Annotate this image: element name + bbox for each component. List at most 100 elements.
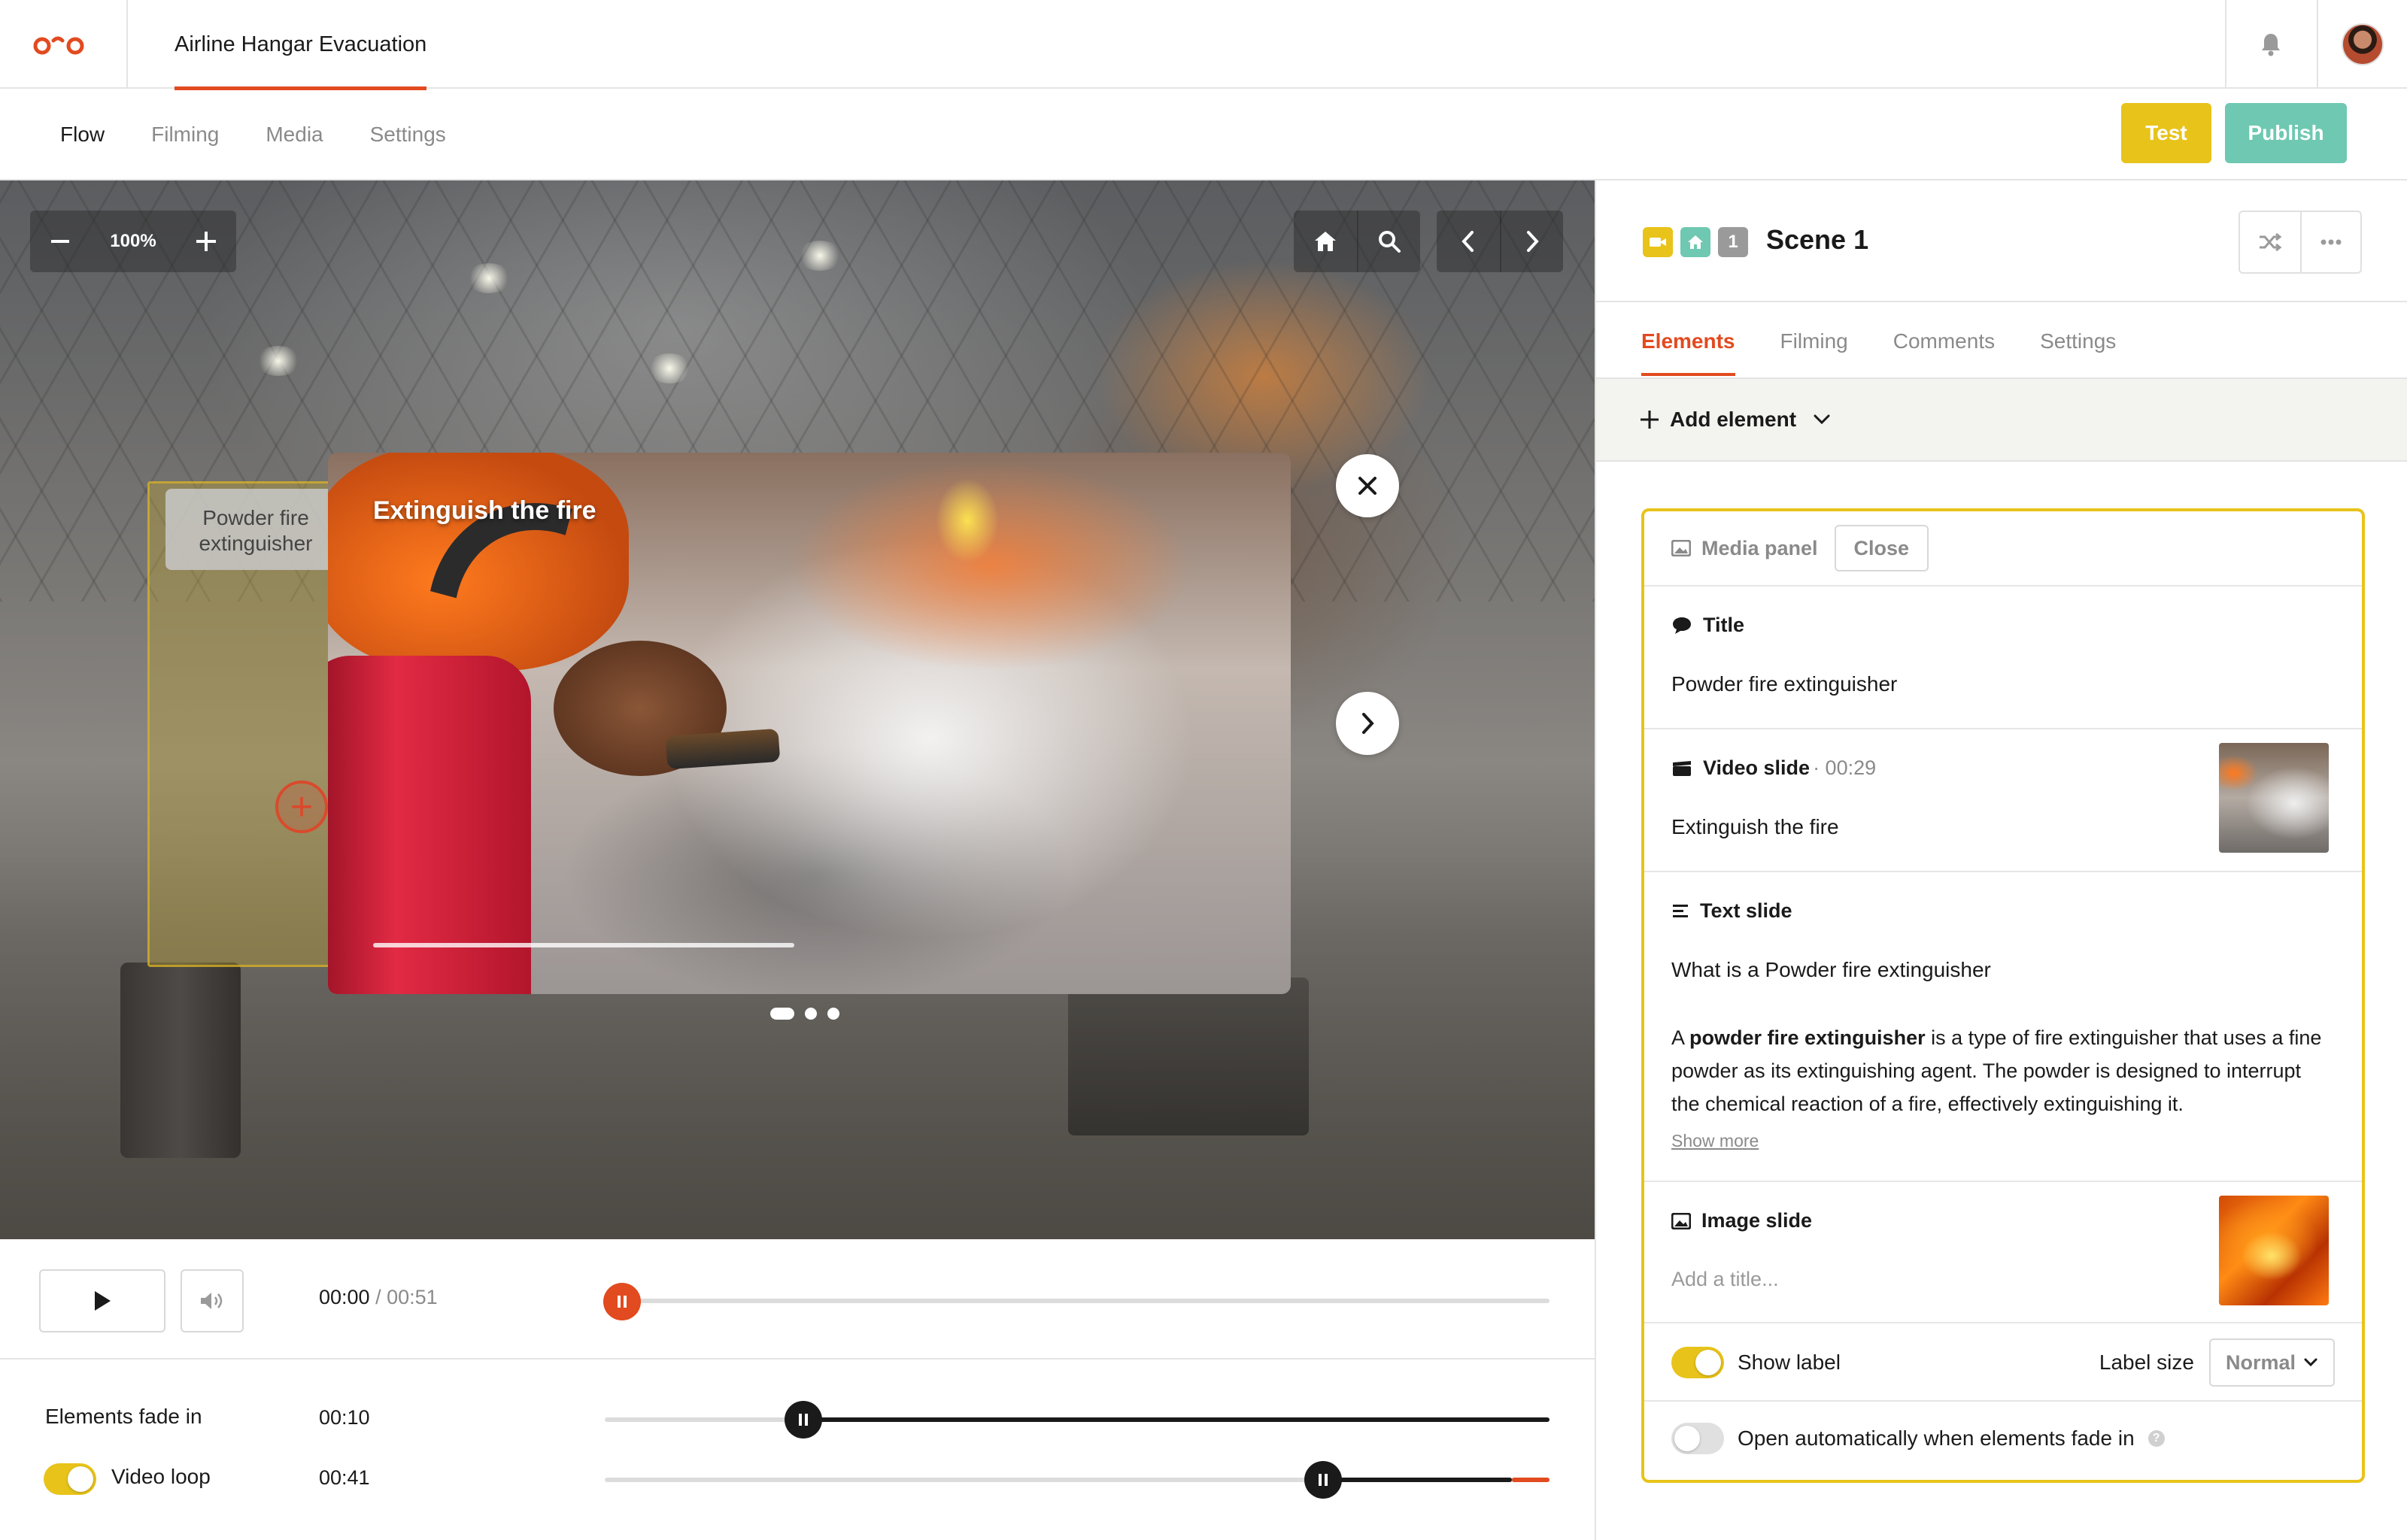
logo-icon[interactable] (0, 0, 128, 89)
slide-indicator (770, 1008, 839, 1020)
equipment-trolley (1068, 978, 1309, 1135)
video-slide-thumbnail[interactable] (2219, 743, 2329, 853)
image-icon (1671, 1212, 1691, 1229)
media-panel-editor: Media panel Close Title Powder fire exti… (1641, 508, 2365, 1483)
scene-title: Scene 1 (1766, 224, 1869, 255)
text-slide-body[interactable]: A powder fire extinguisher is a type of … (1671, 1021, 2333, 1120)
playback-time: 00:00 / 00:51 (319, 1286, 438, 1309)
home-icon (1680, 227, 1710, 257)
zoom-level: 100% (110, 231, 156, 251)
tab-media[interactable]: Media (266, 123, 323, 147)
next-slide-button[interactable] (1336, 692, 1399, 755)
search-button[interactable] (1357, 211, 1420, 272)
tab-elements[interactable]: Elements (1641, 326, 1735, 376)
test-button[interactable]: Test (2121, 103, 2211, 163)
video-loop-label: Video loop (111, 1465, 211, 1488)
add-element-button[interactable]: Add element (1596, 377, 2407, 462)
show-label-toggle[interactable] (1671, 1347, 1724, 1378)
chevron-down-icon (2304, 1358, 2317, 1367)
label-size-value: Normal (2225, 1351, 2296, 1374)
publish-button[interactable]: Publish (2225, 103, 2347, 163)
image-icon (1671, 540, 1691, 556)
title-section: Title Powder fire extinguisher (1644, 587, 2362, 729)
tab-filming[interactable]: Filming (1780, 326, 1848, 353)
image-slide-title-input[interactable]: Add a title... (1671, 1268, 1779, 1291)
media-panel-preview[interactable]: Extinguish the fire (328, 453, 1291, 994)
body-bold: powder fire extinguisher (1689, 1026, 1926, 1049)
fade-in-range (803, 1417, 1550, 1422)
playback-scrubber[interactable] (605, 1299, 1550, 1303)
help-icon[interactable]: ? (2147, 1430, 2165, 1447)
add-element-label: Add element (1670, 408, 1797, 431)
volume-icon (201, 1293, 223, 1309)
minus-icon (51, 240, 69, 243)
text-align-icon (1673, 904, 1688, 917)
show-more-link[interactable]: Show more (1671, 1131, 1759, 1151)
scrubber-knob[interactable] (603, 1283, 641, 1320)
user-menu[interactable] (2317, 0, 2407, 89)
shuffle-button[interactable] (2240, 212, 2300, 272)
video-loop-handle[interactable] (1304, 1461, 1342, 1499)
video-slide-title[interactable]: Extinguish the fire (1671, 815, 1839, 839)
tab-flow[interactable]: Flow (60, 123, 105, 147)
volume-button[interactable] (181, 1269, 244, 1332)
ceiling-lamp (466, 263, 511, 293)
text-slide-section[interactable]: Text slide What is a Powder fire extingu… (1644, 872, 2362, 1182)
tab-settings[interactable]: Settings (2040, 326, 2116, 353)
zoom-out-button[interactable] (30, 211, 90, 272)
plus-icon (196, 232, 216, 251)
fade-in-row: Elements fade in 00:10 (0, 1390, 1595, 1450)
play-button[interactable] (39, 1269, 165, 1332)
auto-open-toggle[interactable] (1671, 1423, 1724, 1454)
title-section-label: Title (1703, 614, 1745, 636)
tab-comments[interactable]: Comments (1893, 326, 1995, 353)
text-slide-heading[interactable]: What is a Powder fire extinguisher (1671, 958, 1991, 982)
pause-icon (1318, 1474, 1328, 1486)
image-slide-label: Image slide (1701, 1209, 1813, 1232)
zoom-in-button[interactable] (176, 211, 236, 272)
video-camera-icon (1643, 227, 1673, 257)
project-tab[interactable]: Airline Hangar Evacuation (129, 0, 472, 90)
tab-settings[interactable]: Settings (370, 123, 446, 147)
fade-in-handle[interactable] (784, 1401, 822, 1438)
next-scene-button[interactable] (1500, 211, 1563, 272)
show-label-row: Show label Label size Normal (1644, 1323, 2362, 1402)
ceiling-lamp (797, 241, 842, 271)
close-button[interactable]: Close (1834, 525, 1929, 571)
video-loop-row: Video loop 00:41 (0, 1450, 1595, 1510)
label-size-label: Label size (2099, 1351, 2194, 1374)
home-view-button[interactable] (1294, 211, 1357, 272)
ceiling-lamp (647, 353, 692, 383)
fade-in-time: 00:10 (319, 1406, 370, 1429)
text-slide-label: Text slide (1700, 899, 1792, 922)
previous-scene-button[interactable] (1437, 211, 1500, 272)
playback-bar: 00:00 / 00:51 (0, 1239, 1595, 1360)
more-options-button[interactable] (2300, 212, 2360, 272)
waste-bin (120, 962, 241, 1158)
media-panel-label: Media panel (1701, 536, 1818, 559)
slide-dot-1[interactable] (770, 1008, 794, 1020)
nav-tabs: Flow Filming Media Settings (60, 90, 446, 179)
video-slide-section[interactable]: Video slide · 00:29 Extinguish the fire (1644, 729, 2362, 872)
time-separator: / (369, 1286, 387, 1308)
toggle-knob (1695, 1350, 1721, 1375)
video-loop-toggle[interactable] (44, 1463, 96, 1495)
slide-dot-3[interactable] (827, 1008, 839, 1020)
image-slide-thumbnail[interactable] (2219, 1196, 2329, 1305)
label-size-select[interactable]: Normal (2208, 1338, 2335, 1387)
notifications-button[interactable] (2225, 0, 2315, 89)
avatar (2342, 23, 2384, 65)
hotspot-add-icon[interactable]: + (275, 781, 328, 833)
bell-icon (2262, 34, 2280, 56)
hotspot-label[interactable]: Powder fire extinguisher (165, 489, 346, 570)
slide-dot-2[interactable] (805, 1008, 817, 1020)
extinguisher-nozzle (665, 728, 781, 770)
close-media-button[interactable] (1336, 454, 1399, 517)
scene-header: 1 Scene 1 (1596, 180, 2407, 302)
body-prefix: A (1671, 1026, 1690, 1049)
plus-icon (1641, 411, 1659, 429)
image-slide-section[interactable]: Image slide Add a title... (1644, 1182, 2362, 1323)
title-value[interactable]: Powder fire extinguisher (1671, 672, 1897, 696)
scene-badges: 1 (1643, 227, 1748, 257)
tab-filming[interactable]: Filming (151, 123, 219, 147)
